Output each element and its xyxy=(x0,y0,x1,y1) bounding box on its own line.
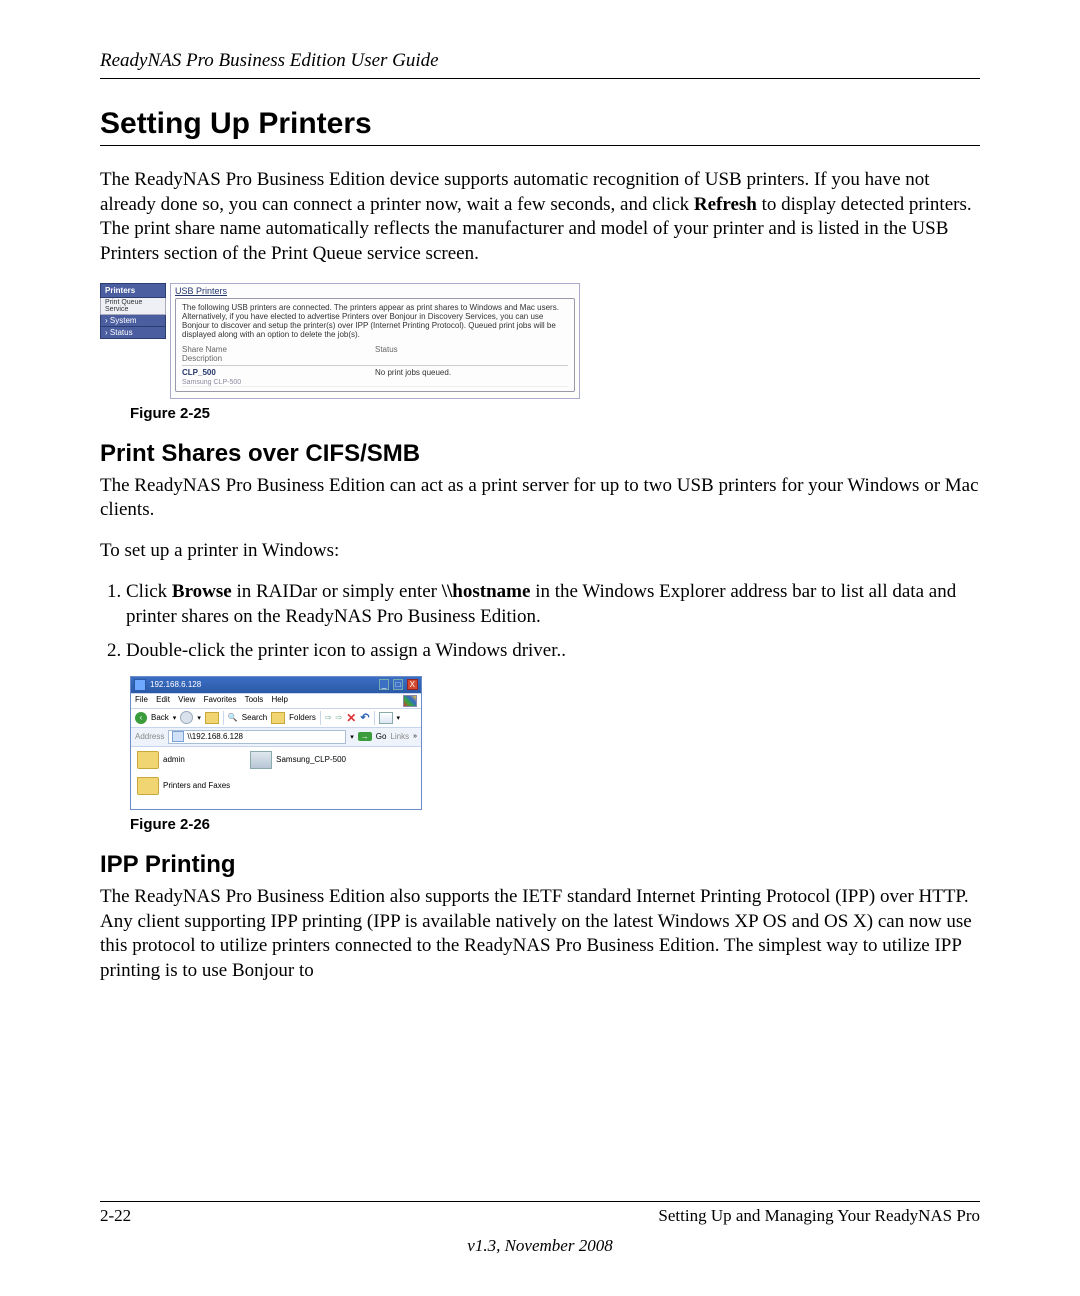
windows-flag-icon xyxy=(403,695,417,707)
step-1: Click Browse in RAIDar or simply enter \… xyxy=(126,580,980,629)
toolbar: ‹ Back ▾ ▾ 🔍 Search Folders ⇨ ⇨ ✕ ↶ ▾ xyxy=(131,709,421,728)
chapter-title: Setting Up and Managing Your ReadyNAS Pr… xyxy=(658,1206,980,1226)
figure-2-26: 192.168.6.128 _ □ X File Edit View Favor… xyxy=(130,676,422,810)
computer-icon xyxy=(172,731,184,742)
menu-file[interactable]: File xyxy=(135,695,148,704)
window-buttons: _ □ X xyxy=(378,679,418,690)
explorer-content: admin Printers and Faxes Samsung_CLP-500 xyxy=(131,747,421,809)
fig25-sidebar: Printers Print Queue Service System Stat… xyxy=(100,283,166,339)
address-label: Address xyxy=(135,732,164,741)
search-icon[interactable]: 🔍 xyxy=(228,713,238,722)
forward-icon[interactable] xyxy=(180,711,193,724)
subsection-cifs-title: Print Shares over CIFS/SMB xyxy=(100,440,980,468)
address-input[interactable]: \\192.168.6.128 xyxy=(168,730,346,744)
printer-icon xyxy=(250,751,272,769)
menu-edit[interactable]: Edit xyxy=(156,695,170,704)
folder-icon xyxy=(137,751,159,769)
step-2: Double-click the printer icon to assign … xyxy=(126,639,980,664)
step1-mid: in RAIDar or simply enter xyxy=(232,581,442,602)
row-desc: Samsung CLP-500 xyxy=(182,379,241,386)
menubar: File Edit View Favorites Tools Help xyxy=(131,693,421,709)
row-status: No print jobs queued. xyxy=(375,368,568,386)
views-icon[interactable] xyxy=(379,712,393,724)
figure-2-25: Printers Print Queue Service System Stat… xyxy=(100,283,580,399)
panel-box: The following USB printers are connected… xyxy=(175,298,575,392)
cifs-paragraph-2: To set up a printer in Windows: xyxy=(100,539,980,564)
col-status: Status xyxy=(375,345,568,363)
ipp-paragraph: The ReadyNAS Pro Business Edition also s… xyxy=(100,885,980,984)
running-header: ReadyNAS Pro Business Edition User Guide xyxy=(100,50,980,79)
panel-desc: The following USB printers are connected… xyxy=(182,303,568,339)
item-printers-faxes[interactable]: Printers and Faxes xyxy=(137,777,230,795)
item-pf-label: Printers and Faxes xyxy=(163,781,230,790)
menu-tools[interactable]: Tools xyxy=(245,695,264,704)
window-title: 192.168.6.128 xyxy=(150,680,378,689)
folders-icon[interactable] xyxy=(271,712,285,724)
footer: 2-22 Setting Up and Managing Your ReadyN… xyxy=(100,1201,980,1256)
links-label[interactable]: Links xyxy=(390,732,409,741)
window-icon xyxy=(134,679,146,691)
menu-favorites[interactable]: Favorites xyxy=(204,695,237,704)
back-label[interactable]: Back xyxy=(151,713,169,722)
figure-2-26-caption: Figure 2-26 xyxy=(130,816,980,833)
go-label[interactable]: Go xyxy=(376,732,387,741)
version-date: v1.3, November 2008 xyxy=(100,1236,980,1256)
intro-paragraph: The ReadyNAS Pro Business Edition device… xyxy=(100,168,980,267)
step1-browse: Browse xyxy=(172,581,232,602)
search-label[interactable]: Search xyxy=(242,713,267,722)
col-description: Description xyxy=(182,354,222,363)
go-button[interactable]: → xyxy=(358,732,372,741)
folders-label[interactable]: Folders xyxy=(289,713,316,722)
steps-list: Click Browse in RAIDar or simply enter \… xyxy=(100,580,980,664)
move-icon[interactable]: ⇨ xyxy=(325,713,332,722)
step1-pre: Click xyxy=(126,581,172,602)
panel-title: USB Printers xyxy=(175,286,575,296)
page-number: 2-22 xyxy=(100,1206,131,1226)
item-admin-label: admin xyxy=(163,755,185,764)
address-value: \\192.168.6.128 xyxy=(187,732,243,741)
address-bar: Address \\192.168.6.128 ▾ → Go Links » xyxy=(131,728,421,747)
section-title: Setting Up Printers xyxy=(100,107,980,146)
copy-icon[interactable]: ⇨ xyxy=(336,713,343,722)
subsection-ipp-title: IPP Printing xyxy=(100,851,980,879)
step1-hostname: \\hostname xyxy=(442,581,531,602)
page: ReadyNAS Pro Business Edition User Guide… xyxy=(0,0,1080,1296)
folder-icon xyxy=(137,777,159,795)
cifs-paragraph-1: The ReadyNAS Pro Business Edition can ac… xyxy=(100,474,980,523)
item-admin[interactable]: admin xyxy=(137,751,230,769)
undo-icon[interactable]: ↶ xyxy=(360,711,369,724)
back-icon[interactable]: ‹ xyxy=(135,712,147,724)
menu-help[interactable]: Help xyxy=(272,695,288,704)
nav-print-queue[interactable]: Print Queue Service xyxy=(100,298,166,315)
item-printer[interactable]: Samsung_CLP-500 xyxy=(250,751,346,769)
col-share-name: Share Name xyxy=(182,345,227,354)
delete-icon[interactable]: ✕ xyxy=(346,711,356,725)
maximize-button[interactable]: □ xyxy=(393,679,404,690)
row-share: CLP_500 xyxy=(182,368,216,377)
fig25-panel: USB Printers The following USB printers … xyxy=(170,283,580,399)
close-button[interactable]: X xyxy=(407,679,418,690)
window-titlebar[interactable]: 192.168.6.128 _ □ X xyxy=(131,677,421,693)
menu-view[interactable]: View xyxy=(178,695,195,704)
nav-system[interactable]: System xyxy=(100,315,166,327)
minimize-button[interactable]: _ xyxy=(379,679,389,690)
figure-2-25-caption: Figure 2-25 xyxy=(130,405,980,422)
refresh-bold: Refresh xyxy=(694,194,757,215)
nav-printers[interactable]: Printers xyxy=(100,283,166,298)
item-printer-label: Samsung_CLP-500 xyxy=(276,755,346,764)
up-folder-icon[interactable] xyxy=(205,712,219,724)
nav-status[interactable]: Status xyxy=(100,327,166,339)
